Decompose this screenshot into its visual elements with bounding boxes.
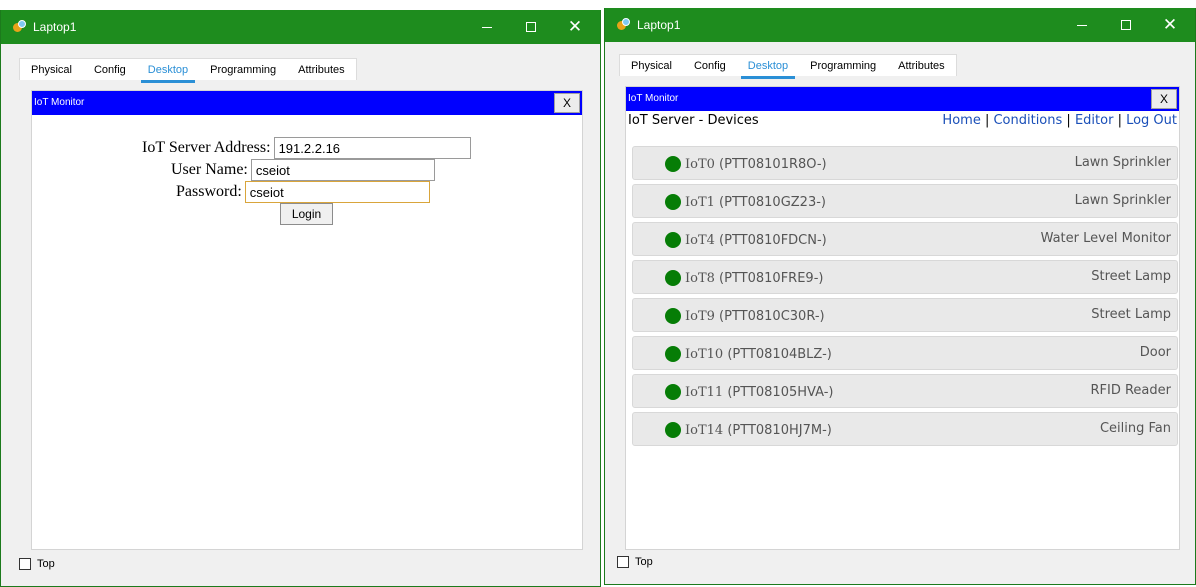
device-type: Lawn Sprinkler (1074, 155, 1171, 170)
iot-monitor-title: IoT Monitor (628, 93, 679, 104)
minimize-button[interactable] (466, 10, 508, 44)
window-title: Laptop1 (33, 20, 77, 34)
minimize-button[interactable] (1061, 8, 1103, 42)
status-dot-icon (665, 232, 681, 248)
device-type: Door (1139, 345, 1171, 360)
device-name: IoT10 (PTT08104BLZ-) (685, 347, 832, 362)
tab-attributes[interactable]: Attributes (287, 59, 355, 80)
top-checkbox[interactable]: Top (617, 556, 653, 568)
user-name-label: User Name: (171, 161, 248, 178)
password-label: Password: (176, 183, 242, 200)
device-name: IoT8 (PTT0810FRE9-) (685, 271, 824, 286)
close-monitor-button[interactable]: X (1151, 89, 1177, 109)
iot-monitor-bar: IoT Monitor X (626, 87, 1179, 111)
device-row[interactable]: IoT10 (PTT08104BLZ-) Door (632, 336, 1178, 370)
nav-links: Home | Conditions | Editor | Log Out (942, 113, 1177, 128)
iot-monitor-title: IoT Monitor (34, 97, 85, 108)
status-dot-icon (665, 156, 681, 172)
iot-monitor-panel: IoT Monitor X IoT Server - Devices Home … (625, 86, 1180, 550)
tab-desktop[interactable]: Desktop (737, 55, 799, 79)
nav-editor-link[interactable]: Editor (1075, 113, 1113, 128)
tab-desktop[interactable]: Desktop (137, 59, 199, 83)
tab-config[interactable]: Config (83, 59, 137, 80)
status-dot-icon (665, 194, 681, 210)
login-button[interactable]: Login (280, 203, 333, 225)
status-dot-icon (665, 308, 681, 324)
device-type: Ceiling Fan (1099, 421, 1171, 436)
minimize-icon (482, 26, 492, 28)
nav-logout-link[interactable]: Log Out (1126, 113, 1177, 128)
status-dot-icon (665, 422, 681, 438)
device-type: Lawn Sprinkler (1074, 193, 1171, 208)
device-row[interactable]: IoT11 (PTT08105HVA-) RFID Reader (632, 374, 1178, 408)
window-title: Laptop1 (637, 18, 681, 32)
app-icon (617, 18, 631, 32)
user-name-input[interactable] (250, 159, 435, 181)
tab-physical[interactable]: Physical (620, 55, 683, 76)
iot-monitor-bar: IoT Monitor X (32, 91, 582, 115)
nav-conditions-link[interactable]: Conditions (993, 113, 1062, 128)
top-checkbox[interactable]: Top (19, 558, 55, 570)
device-name: IoT9 (PTT0810C30R-) (685, 309, 825, 324)
device-name: IoT14 (PTT0810HJ7M-) (685, 423, 832, 438)
status-dot-icon (665, 270, 681, 286)
device-list: IoT0 (PTT08101R8O-) Lawn Sprinkler IoT1 … (632, 146, 1178, 450)
device-row[interactable]: IoT8 (PTT0810FRE9-) Street Lamp (632, 260, 1178, 294)
maximize-button[interactable] (1105, 8, 1147, 42)
title-bar[interactable]: Laptop1 ✕ (1, 10, 600, 44)
status-dot-icon (665, 346, 681, 362)
checkbox-icon[interactable] (19, 558, 31, 570)
minimize-icon (1077, 24, 1087, 26)
device-name: IoT0 (PTT08101R8O-) (685, 157, 827, 172)
tab-bar: Physical Config Desktop Programming Attr… (619, 54, 957, 79)
server-address-input[interactable] (273, 137, 471, 159)
tab-physical[interactable]: Physical (20, 59, 83, 80)
device-name: IoT4 (PTT0810FDCN-) (685, 233, 827, 248)
maximize-icon (1121, 20, 1131, 30)
nav-separator: | (1117, 113, 1127, 128)
title-bar[interactable]: Laptop1 ✕ (605, 8, 1195, 42)
laptop-window-devices: Laptop1 ✕ Physical Config Desktop Progra… (604, 8, 1196, 585)
tab-attributes[interactable]: Attributes (887, 55, 955, 76)
device-row[interactable]: IoT1 (PTT0810GZ23-) Lawn Sprinkler (632, 184, 1178, 218)
devices-header: IoT Server - Devices Home | Conditions |… (628, 113, 1177, 131)
device-name: IoT11 (PTT08105HVA-) (685, 385, 834, 400)
checkbox-icon[interactable] (617, 556, 629, 568)
app-icon (13, 20, 27, 34)
close-window-button[interactable]: ✕ (1149, 8, 1191, 42)
maximize-icon (526, 22, 536, 32)
device-row[interactable]: IoT0 (PTT08101R8O-) Lawn Sprinkler (632, 146, 1178, 180)
tab-config[interactable]: Config (683, 55, 737, 76)
close-window-button[interactable]: ✕ (554, 10, 596, 44)
top-label: Top (37, 558, 55, 570)
maximize-button[interactable] (510, 10, 552, 44)
top-label: Top (635, 556, 653, 568)
close-monitor-button[interactable]: X (554, 93, 580, 113)
tab-programming[interactable]: Programming (799, 55, 887, 76)
device-type: Street Lamp (1091, 269, 1171, 284)
device-row[interactable]: IoT4 (PTT0810FDCN-) Water Level Monitor (632, 222, 1178, 256)
device-type: Street Lamp (1091, 307, 1171, 322)
device-type: Water Level Monitor (1040, 231, 1171, 246)
nav-separator: | (1066, 113, 1075, 128)
tab-programming[interactable]: Programming (199, 59, 287, 80)
iot-monitor-panel: IoT Monitor X IoT Server Address: User N… (31, 90, 583, 550)
nav-home-link[interactable]: Home (942, 113, 980, 128)
device-type: RFID Reader (1090, 383, 1172, 398)
device-row[interactable]: IoT9 (PTT0810C30R-) Street Lamp (632, 298, 1178, 332)
device-row[interactable]: IoT14 (PTT0810HJ7M-) Ceiling Fan (632, 412, 1178, 446)
server-address-label: IoT Server Address: (142, 139, 271, 156)
page-title: IoT Server - Devices (628, 113, 759, 128)
password-input[interactable] (244, 181, 430, 203)
tab-bar: Physical Config Desktop Programming Attr… (19, 58, 357, 83)
status-dot-icon (665, 384, 681, 400)
device-name: IoT1 (PTT0810GZ23-) (685, 195, 826, 210)
laptop-window-login: Laptop1 ✕ Physical Config Desktop Progra… (0, 10, 601, 587)
